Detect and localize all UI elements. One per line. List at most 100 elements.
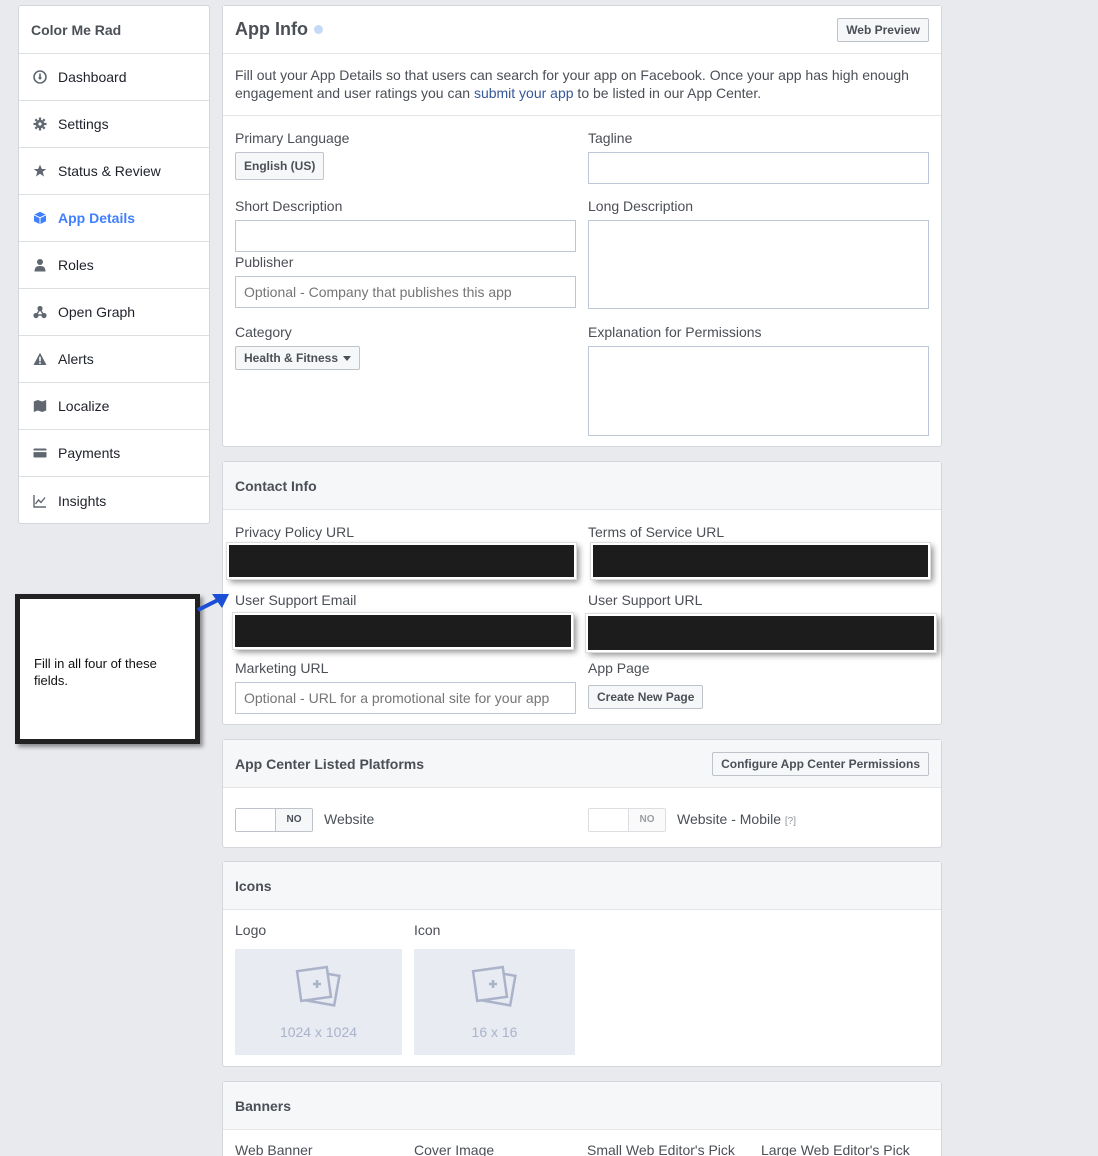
sidebar-item-insights[interactable]: Insights (19, 477, 209, 524)
permissions-label: Explanation for Permissions (588, 324, 762, 340)
permissions-textarea[interactable] (588, 346, 929, 436)
platforms-panel: App Center Listed Platforms Configure Ap… (222, 739, 942, 848)
divider (223, 115, 941, 116)
logo-dimensions: 1024 x 1024 (279, 1023, 358, 1040)
cube-icon (32, 210, 48, 226)
large-editors-pick-label: Large Web Editor's Pick (761, 1142, 910, 1156)
map-icon (32, 398, 48, 414)
sidebar-item-open-graph[interactable]: Open Graph (19, 289, 209, 336)
card-icon (32, 445, 48, 461)
icon-upload[interactable]: 16 x 16 (414, 949, 575, 1055)
status-dot (313, 25, 323, 34)
website-toggle[interactable]: NO (235, 808, 313, 832)
cover-image-label: Cover Image (414, 1142, 495, 1156)
tagline-input[interactable] (588, 152, 929, 184)
icon-label: Icon (414, 922, 441, 938)
toggle-state: NO (276, 809, 312, 831)
sidebar-item-app-details[interactable]: App Details (19, 195, 209, 242)
toggle-state: NO (629, 809, 665, 831)
long-description-label: Long Description (588, 198, 694, 214)
sidebar-item-localize[interactable]: Localize (19, 383, 209, 430)
icons-title: Icons (235, 877, 272, 894)
publisher-input[interactable] (235, 276, 576, 308)
primary-language-label: Primary Language (235, 130, 350, 146)
dashboard-icon (32, 69, 48, 85)
logo-upload[interactable]: 1024 x 1024 (235, 949, 402, 1055)
chart-icon (32, 493, 48, 509)
privacy-policy-input-redacted[interactable] (226, 542, 577, 580)
sidebar-item-alerts[interactable]: Alerts (19, 336, 209, 383)
contact-info-title: Contact Info (235, 477, 317, 494)
graph-icon (32, 304, 48, 320)
submit-app-link[interactable]: submit your app (474, 85, 574, 101)
sidebar-item-label: App Details (58, 210, 136, 226)
icons-header: Icons (223, 862, 941, 910)
sidebar-item-label: Status & Review (58, 163, 161, 179)
sidebar-item-label: Payments (58, 445, 121, 461)
website-mobile-text: Website - Mobile (677, 811, 782, 827)
platforms-header: App Center Listed Platforms Configure Ap… (223, 740, 941, 788)
marketing-url-input[interactable] (235, 682, 576, 714)
category-label: Category (235, 324, 292, 340)
sidebar: Color Me Rad Dashboard Settings Status &… (18, 5, 210, 524)
sidebar-item-label: Roles (58, 257, 94, 273)
icons-panel: Icons Logo 1024 x 1024 Icon 16 x 16 (222, 861, 942, 1067)
support-email-input-redacted[interactable] (232, 612, 574, 650)
description-text-end: to be listed in our App Center. (573, 85, 762, 101)
marketing-url-label: Marketing URL (235, 660, 329, 676)
page-title: App Info (235, 19, 308, 39)
sidebar-item-label: Insights (58, 492, 107, 509)
tagline-label: Tagline (588, 130, 633, 146)
website-mobile-toggle[interactable]: NO (588, 808, 666, 832)
short-description-input[interactable] (235, 220, 576, 252)
privacy-policy-label: Privacy Policy URL (235, 524, 355, 540)
configure-permissions-button[interactable]: Configure App Center Permissions (712, 752, 929, 776)
publisher-label: Publisher (235, 254, 294, 270)
add-image-icon (291, 965, 347, 1018)
create-new-page-button[interactable]: Create New Page (588, 685, 704, 709)
icon-dimensions: 16 x 16 (471, 1023, 518, 1040)
web-banner-label: Web Banner (235, 1142, 313, 1156)
sidebar-item-roles[interactable]: Roles (19, 242, 209, 289)
contact-info-panel: Contact Info Privacy Policy URL Terms of… (222, 461, 942, 725)
support-email-label: User Support Email (235, 592, 357, 608)
web-preview-button[interactable]: Web Preview (837, 18, 929, 42)
banners-header: Banners (223, 1082, 941, 1130)
app-name: Color Me Rad (19, 6, 209, 54)
caret-down-icon (343, 356, 352, 362)
sidebar-item-label: Dashboard (58, 69, 127, 85)
short-description-label: Short Description (235, 198, 343, 214)
annotation-arrow-icon (197, 594, 229, 612)
sidebar-item-status-review[interactable]: Status & Review (19, 148, 209, 195)
sidebar-item-settings[interactable]: Settings (19, 101, 209, 148)
small-editors-pick-label: Small Web Editor's Pick (587, 1142, 735, 1156)
banners-panel: Banners Web Banner Cover Image Small Web… (222, 1081, 942, 1156)
sidebar-item-payments[interactable]: Payments (19, 430, 209, 477)
gear-icon (32, 116, 48, 132)
star-icon (32, 163, 48, 179)
website-mobile-label: Website - Mobile [?] (677, 811, 796, 827)
support-url-input-redacted[interactable] (585, 613, 937, 653)
toggle-knob (236, 809, 276, 831)
contact-info-header: Contact Info (223, 462, 941, 510)
long-description-textarea[interactable] (588, 220, 929, 309)
sidebar-item-label: Localize (58, 398, 110, 414)
app-info-header: App Info Web Preview (223, 6, 941, 54)
annotation-text: Fill in all four of these fields. (34, 656, 157, 688)
app-info-panel: App Info Web Preview Fill out your App D… (222, 5, 942, 447)
category-dropdown[interactable]: Health & Fitness (235, 346, 361, 370)
sidebar-item-label: Alerts (58, 351, 94, 367)
help-icon[interactable]: [?] (785, 816, 796, 827)
banners-title: Banners (235, 1097, 292, 1114)
toggle-knob (589, 809, 629, 831)
platforms-title: App Center Listed Platforms (235, 755, 425, 772)
primary-language-button[interactable]: English (US) (235, 152, 325, 180)
tos-input-redacted[interactable] (590, 542, 931, 580)
warning-icon (32, 351, 48, 367)
category-value: Health & Fitness (244, 351, 339, 365)
sidebar-item-label: Open Graph (58, 304, 136, 320)
sidebar-item-dashboard[interactable]: Dashboard (19, 54, 209, 101)
app-page-label: App Page (588, 660, 650, 676)
sidebar-item-label: Settings (58, 116, 109, 132)
logo-label: Logo (235, 922, 267, 938)
